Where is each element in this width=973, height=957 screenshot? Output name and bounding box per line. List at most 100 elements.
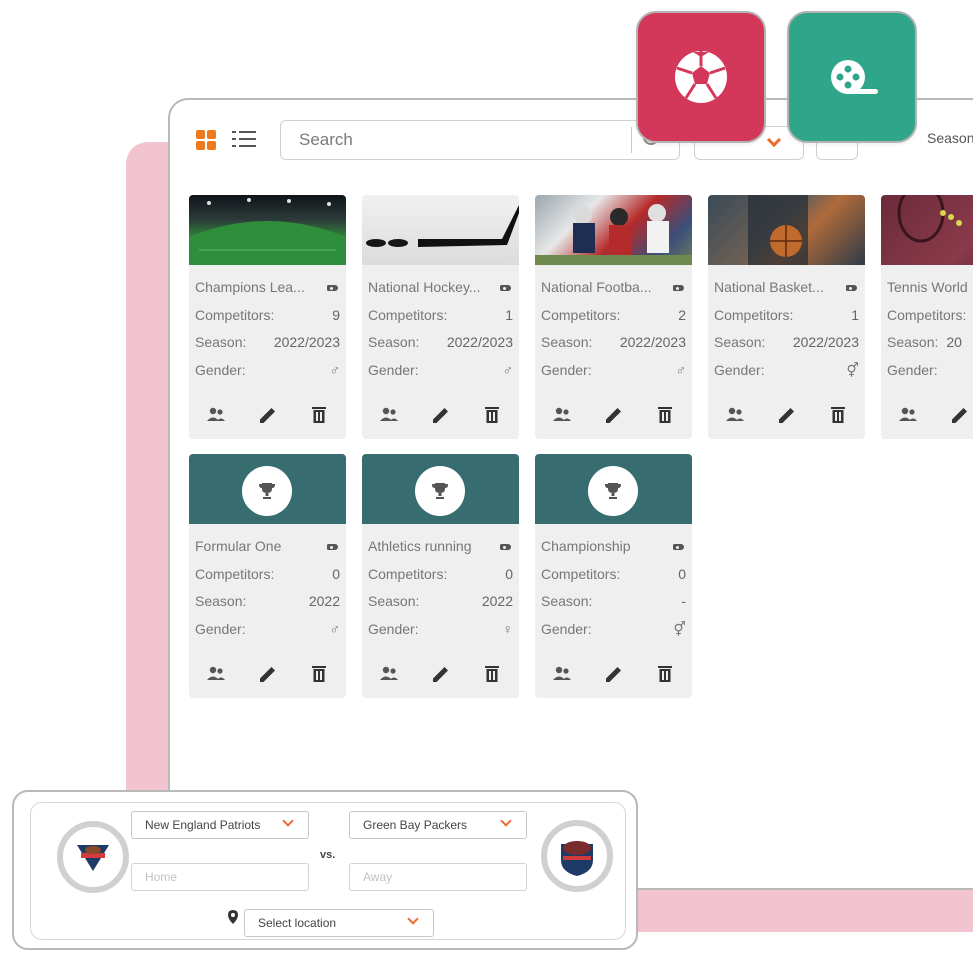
delete-trash-icon[interactable] (307, 403, 331, 427)
home-score-input[interactable]: Home (131, 863, 309, 891)
grid-view-icon[interactable] (196, 130, 216, 150)
match-panel: New England Patriots Green Bay Packers v… (12, 790, 638, 950)
card-details: Tennis World Competitors: Season: 20 Gend… (881, 265, 973, 384)
location-select[interactable]: Select location (244, 909, 434, 937)
trophy-icon (242, 466, 292, 516)
season-label: Season: (195, 593, 247, 609)
delete-trash-icon[interactable] (653, 662, 677, 686)
competition-card[interactable]: Formular One Competitors: 0 Season: 2022 G… (189, 454, 346, 698)
whistle-icon (672, 542, 686, 552)
card-actions (362, 662, 519, 688)
people-icon[interactable] (550, 662, 574, 686)
trophy-icon (415, 466, 465, 516)
delete-trash-icon[interactable] (307, 662, 331, 686)
competitors-value: 9 (332, 306, 340, 323)
competitors-label: Competitors: (195, 306, 275, 323)
list-view-icon[interactable] (232, 129, 258, 149)
card-actions (535, 403, 692, 429)
chevron-down-icon (500, 815, 512, 827)
edit-pencil-icon[interactable] (602, 403, 626, 427)
delete-trash-icon[interactable] (480, 662, 504, 686)
season-label: Season: (887, 334, 939, 350)
away-team-select[interactable]: Green Bay Packers (349, 811, 527, 839)
male-icon: ♂ (329, 620, 341, 637)
competition-card[interactable]: Tennis World Competitors: Season: 20 Gend… (881, 195, 973, 439)
season-label: Season: (714, 334, 766, 350)
season-label: Season: (368, 334, 420, 350)
delete-trash-icon[interactable] (480, 403, 504, 427)
film-reel-app-icon[interactable] (787, 11, 917, 143)
competitors-value: 0 (678, 565, 686, 582)
away-score-input[interactable]: Away (349, 863, 527, 891)
competition-card[interactable]: Champions Lea... Competitors: 9 Season: 20… (189, 195, 346, 439)
soccer-ball-icon (675, 51, 727, 103)
gender-label: Gender: (195, 361, 246, 378)
edit-pencil-icon[interactable] (256, 662, 280, 686)
delete-trash-icon[interactable] (826, 403, 850, 427)
card-title: Champions Lea... (195, 279, 305, 295)
edit-pencil-icon[interactable] (256, 403, 280, 427)
competition-card[interactable]: National Footba... Competitors: 2 Season:… (535, 195, 692, 439)
card-title: National Hockey... (368, 279, 481, 295)
season-filter-label: Season (927, 130, 973, 146)
edit-pencil-icon[interactable] (602, 662, 626, 686)
search-box (280, 120, 680, 160)
edit-pencil-icon[interactable] (429, 403, 453, 427)
edit-pencil-icon[interactable] (429, 662, 453, 686)
card-details: National Basket... Competitors: 1 Season:… (708, 265, 865, 384)
people-icon[interactable] (896, 403, 920, 427)
chevron-down-icon (282, 815, 294, 827)
season-value: 2022/2023 (792, 334, 859, 350)
card-title: Formular One (195, 538, 282, 554)
card-actions (708, 403, 865, 429)
home-team-value: New England Patriots (145, 818, 261, 832)
competitors-value: 2 (678, 306, 686, 323)
people-icon[interactable] (377, 403, 401, 427)
soccer-ball-app-icon[interactable] (636, 11, 766, 143)
match-form: New England Patriots Green Bay Packers v… (30, 802, 626, 940)
competition-card[interactable]: Athletics running Competitors: 0 Season: 2… (362, 454, 519, 698)
competition-card[interactable]: Championship Competitors: 0 Season: - Gend… (535, 454, 692, 698)
edit-pencil-icon[interactable] (775, 403, 799, 427)
home-team-select[interactable]: New England Patriots (131, 811, 309, 839)
competition-card[interactable]: National Hockey... Competitors: 1 Season:… (362, 195, 519, 439)
away-team-value: Green Bay Packers (363, 818, 468, 832)
card-title: National Footba... (541, 279, 652, 295)
competitors-label: Competitors: (368, 306, 448, 323)
people-icon[interactable] (723, 403, 747, 427)
delete-trash-icon[interactable] (653, 403, 677, 427)
competitors-value: 0 (332, 565, 340, 582)
people-icon[interactable] (377, 662, 401, 686)
people-icon[interactable] (550, 403, 574, 427)
card-title: National Basket... (714, 279, 824, 295)
competitors-label: Competitors: (368, 565, 448, 582)
people-icon[interactable] (204, 662, 228, 686)
competitors-label: Competitors: (541, 306, 621, 323)
competitors-label: Competitors: (887, 306, 967, 323)
whistle-icon (326, 283, 340, 293)
gender-label: Gender: (541, 620, 592, 637)
people-icon[interactable] (204, 403, 228, 427)
location-select-value: Select location (258, 916, 337, 930)
hockey-image (362, 195, 519, 265)
competition-card[interactable]: National Basket... Competitors: 1 Season:… (708, 195, 865, 439)
competitors-value: 1 (505, 306, 513, 323)
home-team-logo (57, 821, 129, 893)
whistle-icon (499, 283, 513, 293)
whistle-icon (499, 542, 513, 552)
mixed-gender-icon: ⚥ (846, 361, 859, 378)
card-header (535, 454, 692, 524)
chevron-down-icon (407, 913, 419, 925)
edit-pencil-icon[interactable] (948, 403, 972, 427)
card-details: National Footba... Competitors: 2 Season:… (535, 265, 692, 384)
card-actions (535, 662, 692, 688)
mixed-gender-icon: ⚥ (673, 620, 686, 637)
competitors-label: Competitors: (195, 565, 275, 582)
screenshot-stage: Season Champions Lea... Competitors: 9 Se… (0, 0, 973, 957)
app-window: Season Champions Lea... Competitors: 9 Se… (168, 98, 973, 890)
gender-label: Gender: (368, 620, 419, 637)
gender-label: Gender: (714, 361, 765, 378)
whistle-icon (326, 542, 340, 552)
card-details: Championship Competitors: 0 Season: - Gend… (535, 524, 692, 643)
search-input[interactable] (281, 121, 621, 159)
